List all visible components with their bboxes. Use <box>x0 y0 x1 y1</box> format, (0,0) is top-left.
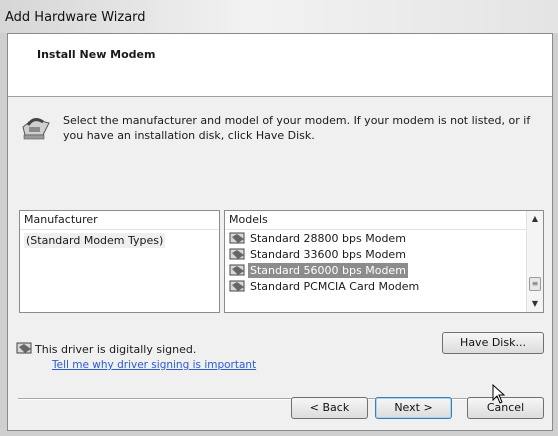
driver-icon <box>229 248 245 260</box>
wizard-dialog: Install New Modem Select the manufacture… <box>7 33 553 431</box>
model-item-label: Standard 33600 bps Modem <box>250 248 406 261</box>
driver-icon <box>229 280 245 292</box>
model-list-item[interactable]: Standard 33600 bps Modem <box>227 247 406 263</box>
back-label: < Back <box>309 401 350 414</box>
back-button[interactable]: < Back <box>291 397 368 419</box>
model-item-label: Standard 56000 bps Modem <box>248 263 408 278</box>
signed-driver-icon <box>16 342 32 354</box>
scroll-up-icon[interactable]: ▲ <box>527 211 543 227</box>
instruction-text: Select the manufacturer and model of you… <box>63 114 531 142</box>
models-scrollbar[interactable]: ▲ ≡ ▼ <box>526 211 543 312</box>
scroll-down-icon[interactable]: ▼ <box>527 296 543 312</box>
manufacturer-item-label: (Standard Modem Types) <box>24 233 166 248</box>
have-disk-label: Have Disk... <box>460 336 526 349</box>
model-list-item-selected[interactable]: Standard 56000 bps Modem <box>227 263 408 279</box>
model-item-label: Standard PCMCIA Card Modem <box>250 280 420 293</box>
model-item-label: Standard 28800 bps Modem <box>250 232 406 245</box>
driver-icon <box>229 264 245 276</box>
page-title: Install New Modem <box>37 48 156 61</box>
scroll-thumb[interactable]: ≡ <box>529 277 541 291</box>
mouse-cursor-icon <box>492 384 506 404</box>
model-list-item[interactable]: Standard 28800 bps Modem <box>227 231 406 247</box>
button-separator <box>18 398 544 400</box>
manufacturer-list-item[interactable]: (Standard Modem Types) <box>24 233 166 249</box>
manufacturer-list-header: Manufacturer <box>20 211 219 230</box>
wizard-header: Install New Modem <box>8 34 552 97</box>
have-disk-button[interactable]: Have Disk... <box>442 332 544 354</box>
modem-icon <box>22 118 50 140</box>
driver-signing-link[interactable]: Tell me why driver signing is important <box>52 359 256 371</box>
title-bar: Add Hardware Wizard <box>0 0 558 33</box>
models-list[interactable]: Models Standard 28800 bps Modem Standard… <box>224 210 544 313</box>
manufacturer-list[interactable]: Manufacturer (Standard Modem Types) <box>19 210 220 313</box>
next-button[interactable]: Next > <box>375 397 452 419</box>
model-list-item[interactable]: Standard PCMCIA Card Modem <box>227 279 419 295</box>
driver-signed-text: This driver is digitally signed. <box>35 343 197 356</box>
models-list-header: Models <box>225 211 543 230</box>
driver-icon <box>229 232 245 244</box>
next-label: Next > <box>394 401 433 414</box>
window-title: Add Hardware Wizard <box>5 10 146 25</box>
